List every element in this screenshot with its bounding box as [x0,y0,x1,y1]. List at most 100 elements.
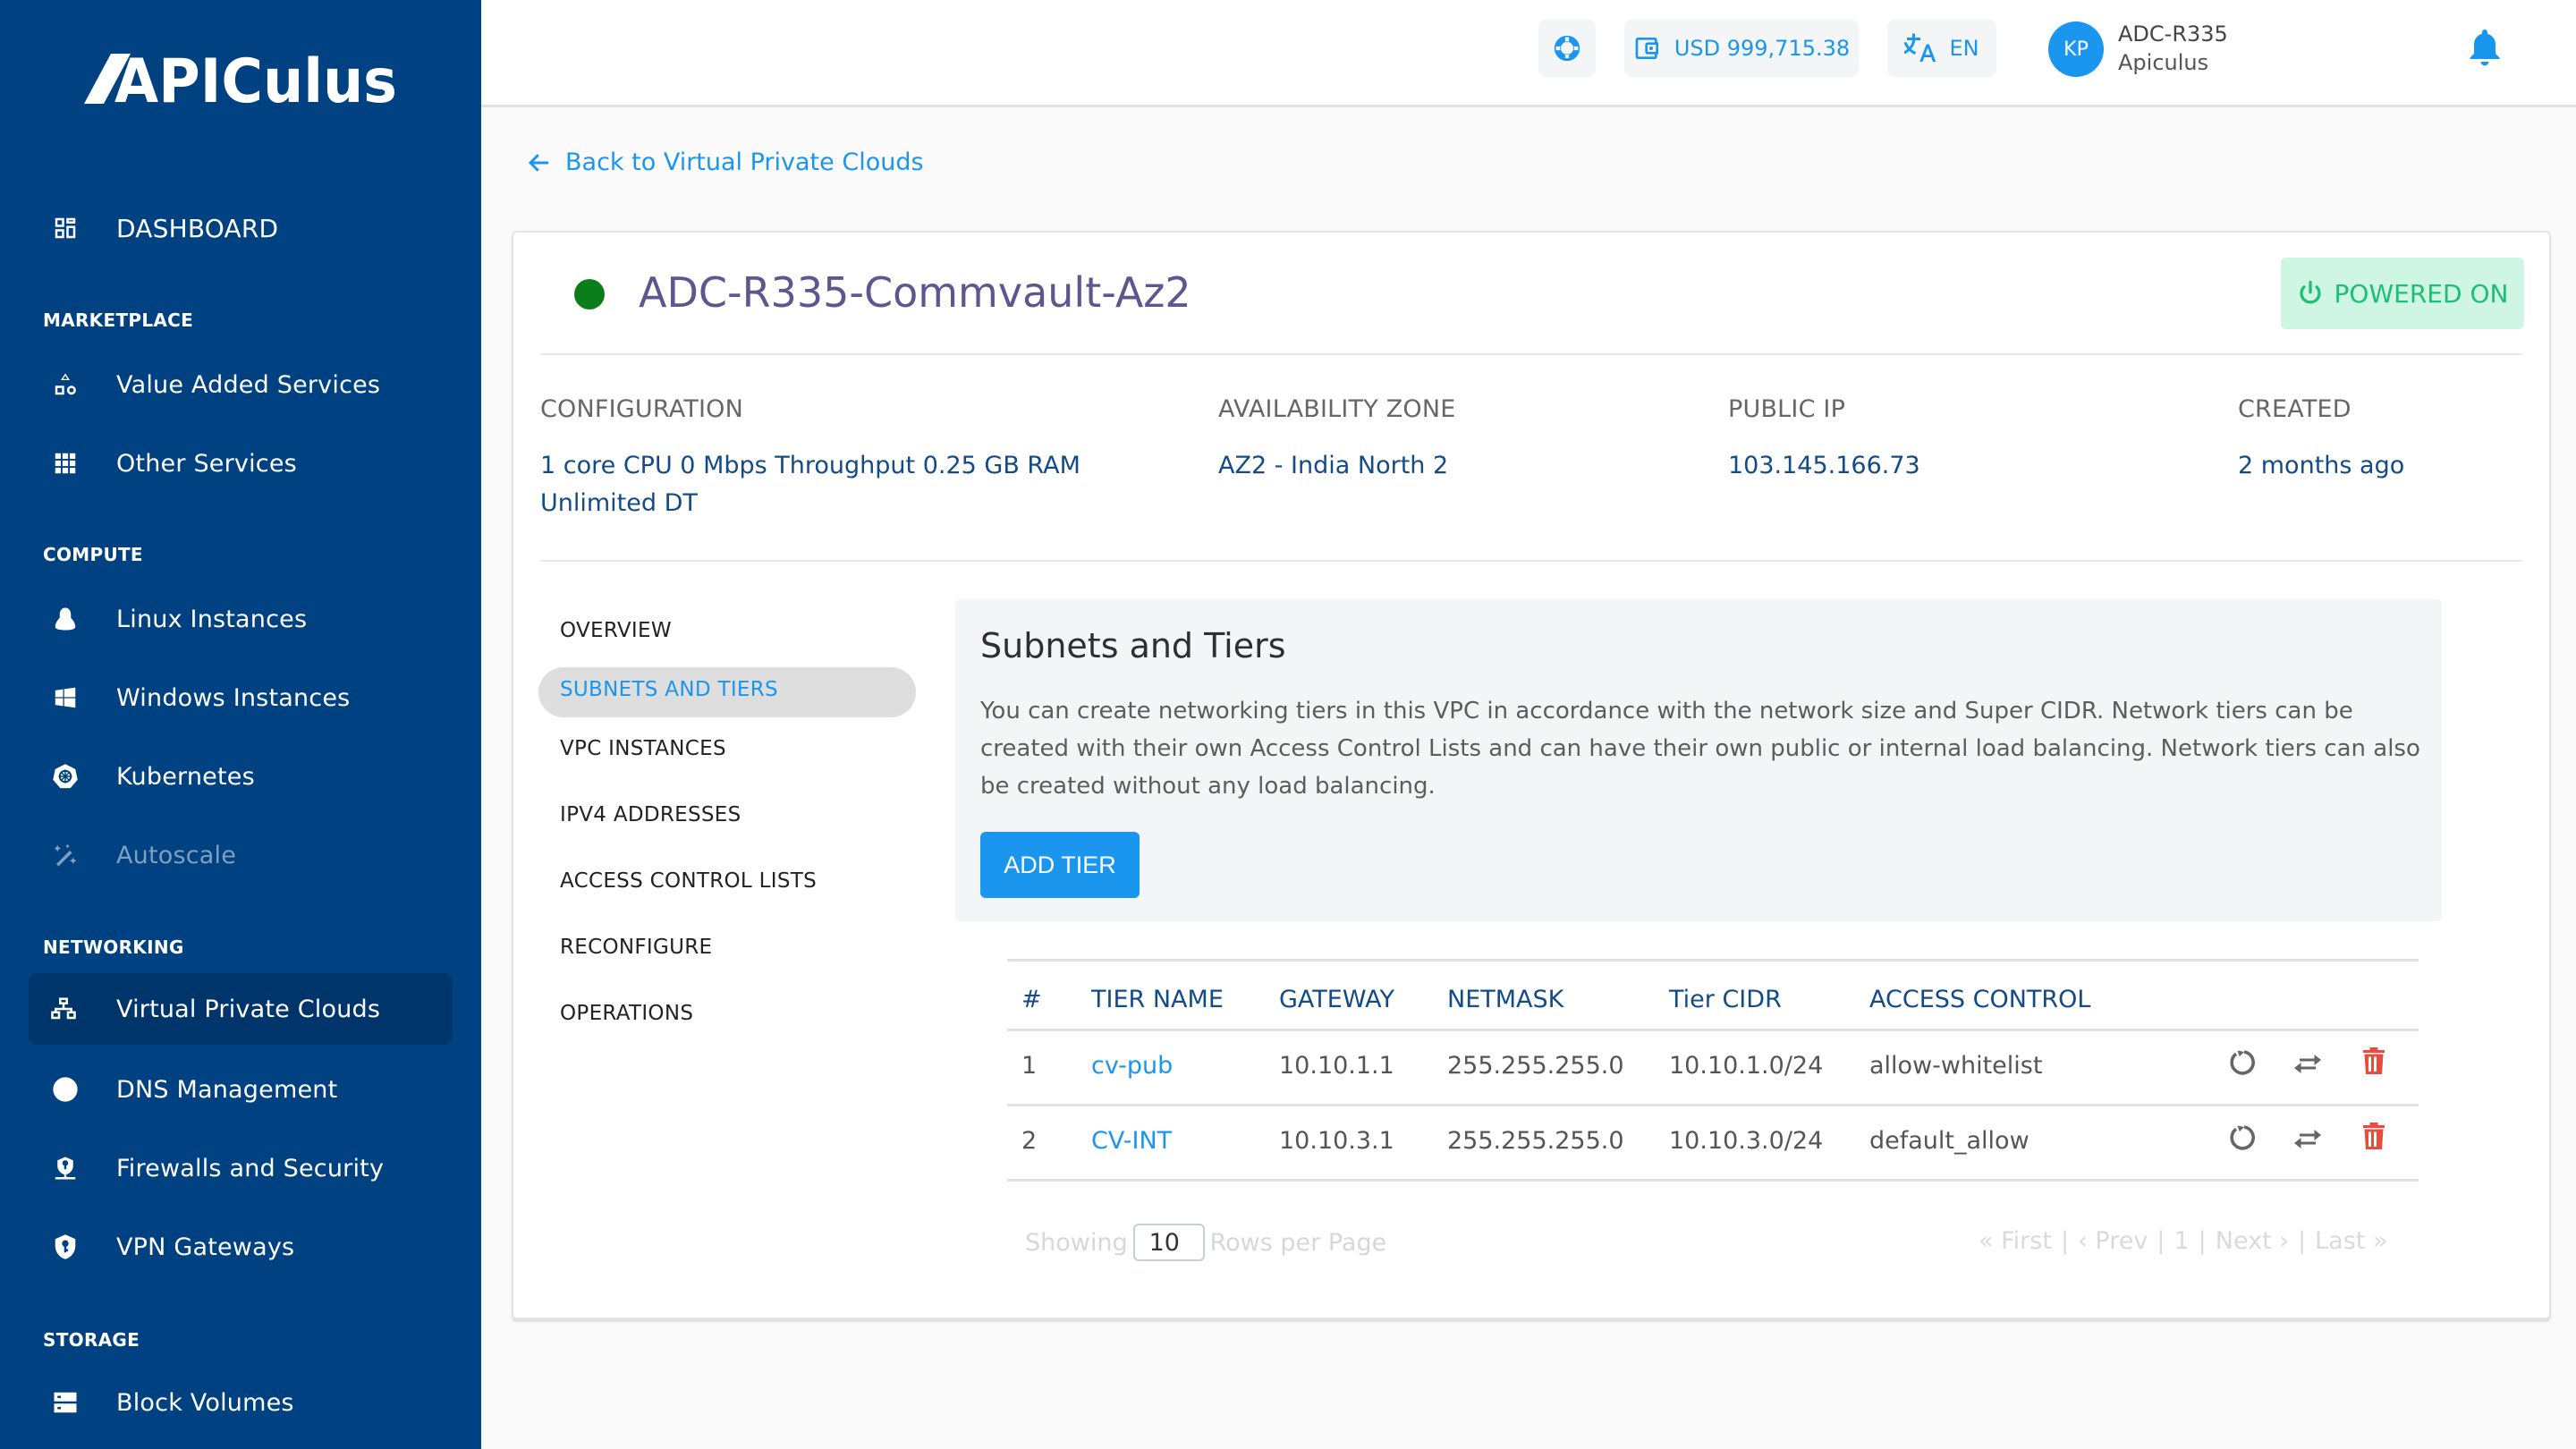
vpc-name: ADC-R335-Commvault-Az2 [639,268,1191,317]
grid-icon [52,450,79,477]
user-org: Apiculus [2118,50,2209,75]
sidebar-item-other-services[interactable]: Other Services [29,428,453,499]
cell-tier-name[interactable]: CV-INT [1091,1127,1172,1155]
column-header-gateway[interactable]: GATEWAY [1279,986,1394,1013]
sidebar-item-kubernetes[interactable]: Kubernetes [29,741,453,812]
globe-icon [52,1076,79,1103]
sidebar-item-value-added-services[interactable]: Value Added Services [29,349,453,420]
cell-netmask: 255.255.255.0 [1447,1052,1624,1080]
cell-tier-cidr: 10.10.3.0/24 [1669,1127,1824,1155]
back-link[interactable]: Back to Virtual Private Clouds [526,148,924,176]
user-avatar[interactable]: KP [2048,21,2104,77]
first-page-button[interactable]: « First [1979,1227,2052,1255]
vpc-detail-card: ADC-R335-Commvault-Az2 POWERED ON CONFIG… [512,231,2551,1319]
next-page-button[interactable]: Next › [2216,1227,2289,1255]
language-label: EN [1949,36,1979,61]
tab-reconfigure[interactable]: RECONFIGURE [560,936,712,959]
magic-wand-icon [52,842,79,869]
tab-access-control-lists[interactable]: ACCESS CONTROL LISTS [560,869,817,893]
tab-subnets-and-tiers[interactable]: SUBNETS AND TIERS [560,678,778,701]
sidebar-item-label: Linux Instances [116,605,308,633]
add-tier-button[interactable]: ADD TIER [980,832,1140,898]
rows-per-page-input[interactable] [1132,1224,1205,1261]
shapes-icon [52,371,79,398]
power-status-badge[interactable]: POWERED ON [2281,258,2524,329]
subnets-info-panel: Subnets and Tiers You can create network… [955,599,2442,921]
user-name[interactable]: ADC-R335 [2118,21,2228,47]
sidebar-item-label: Firewalls and Security [116,1154,385,1182]
sidebar-item-virtual-private-clouds[interactable]: Virtual Private Clouds [29,973,453,1045]
sidebar-item-autoscale[interactable]: Autoscale [29,819,453,891]
bell-icon[interactable] [2469,29,2501,68]
swap-icon[interactable] [2292,1122,2324,1154]
sidebar-item-firewalls-and-security[interactable]: Firewalls and Security [29,1132,453,1204]
panel-title: Subnets and Tiers [980,626,1286,665]
sidebar-item-vpn-gateways[interactable]: VPN Gateways [29,1211,453,1283]
restart-icon[interactable] [2225,1122,2258,1154]
sidebar-item-label: Kubernetes [116,762,255,791]
tab-overview[interactable]: OVERVIEW [560,619,672,642]
logo-text: APICulus [114,47,397,109]
tab-ipv4-addresses[interactable]: IPV4 ADDRESSES [560,803,741,826]
lifebuoy-icon [1554,35,1580,62]
info-label-configuration: CONFIGURATION [540,395,744,423]
column-header-access-control[interactable]: ACCESS CONTROL [1869,986,2090,1013]
cell-gateway: 10.10.3.1 [1279,1127,1394,1155]
tab-vpc-instances[interactable]: VPC INSTANCES [560,737,726,760]
current-page[interactable]: 1 [2174,1227,2189,1255]
power-icon [2299,280,2321,304]
sidebar-item-windows-instances[interactable]: Windows Instances [29,662,453,733]
cell-tier-name[interactable]: cv-pub [1091,1052,1173,1080]
cell-access-control: default_allow [1869,1127,2029,1155]
column-header-netmask[interactable]: NETMASK [1447,986,1563,1013]
server-icon [52,1389,79,1416]
trash-icon[interactable] [2358,1120,2390,1152]
cell-access-control: allow-whitelist [1869,1052,2043,1080]
sidebar-item-label: Value Added Services [116,370,381,399]
sidebar-item-label: DASHBOARD [116,213,279,243]
sidebar-item-label: Block Volumes [116,1388,294,1417]
sidebar-item-linux-instances[interactable]: Linux Instances [29,583,453,655]
prev-page-button[interactable]: ‹ Prev [2078,1227,2148,1255]
column-header-tier-name[interactable]: TIER NAME [1091,986,1224,1013]
network-icon [50,996,77,1022]
balance-button[interactable]: USD 999,715.38 [1624,20,1859,77]
cell-number: 1 [1021,1052,1038,1080]
table-border [1007,1179,2419,1182]
restart-icon[interactable] [2225,1046,2258,1079]
table-border [1007,1104,2419,1106]
separator: | [2298,1227,2307,1255]
cell-number: 2 [1021,1127,1038,1155]
sidebar-item-label: Windows Instances [116,683,351,712]
power-status-label: POWERED ON [2334,278,2509,309]
table-border [1007,1029,2419,1031]
status-indicator [574,279,605,309]
cell-netmask: 255.255.255.0 [1447,1127,1624,1155]
language-button[interactable]: EN [1887,20,1996,77]
section-title-networking: NETWORKING [43,936,184,958]
apiculus-logo[interactable]: APICulus [84,47,399,117]
section-title-compute: COMPUTE [43,544,143,565]
arrow-left-icon [528,153,548,172]
sidebar-item-block-volumes[interactable]: Block Volumes [29,1367,453,1438]
sidebar-item-label: Autoscale [116,841,237,869]
section-title-storage: STORAGE [43,1329,140,1351]
cell-gateway: 10.10.1.1 [1279,1052,1394,1080]
sidebar-item-dns-management[interactable]: DNS Management [29,1054,453,1125]
panel-description: You can create networking tiers in this … [980,698,2420,800]
column-header-tier-cidr[interactable]: Tier CIDR [1669,986,1782,1013]
sidebar-item-label: Virtual Private Clouds [116,995,381,1023]
sidebar-item-dashboard[interactable]: DASHBOARD [29,192,453,264]
back-link-label: Back to Virtual Private Clouds [565,148,924,176]
separator: | [2198,1227,2207,1255]
firewall-icon [52,1155,79,1182]
dashboard-icon [52,215,79,242]
swap-icon[interactable] [2292,1046,2324,1079]
column-header-number: # [1021,986,1042,1013]
tab-operations[interactable]: OPERATIONS [560,1002,693,1025]
info-label-created: CREATED [2238,395,2351,423]
info-label-availability-zone: AVAILABILITY ZONE [1218,395,1456,423]
support-button[interactable] [1538,20,1596,77]
last-page-button[interactable]: Last » [2315,1227,2387,1255]
trash-icon[interactable] [2358,1045,2390,1077]
